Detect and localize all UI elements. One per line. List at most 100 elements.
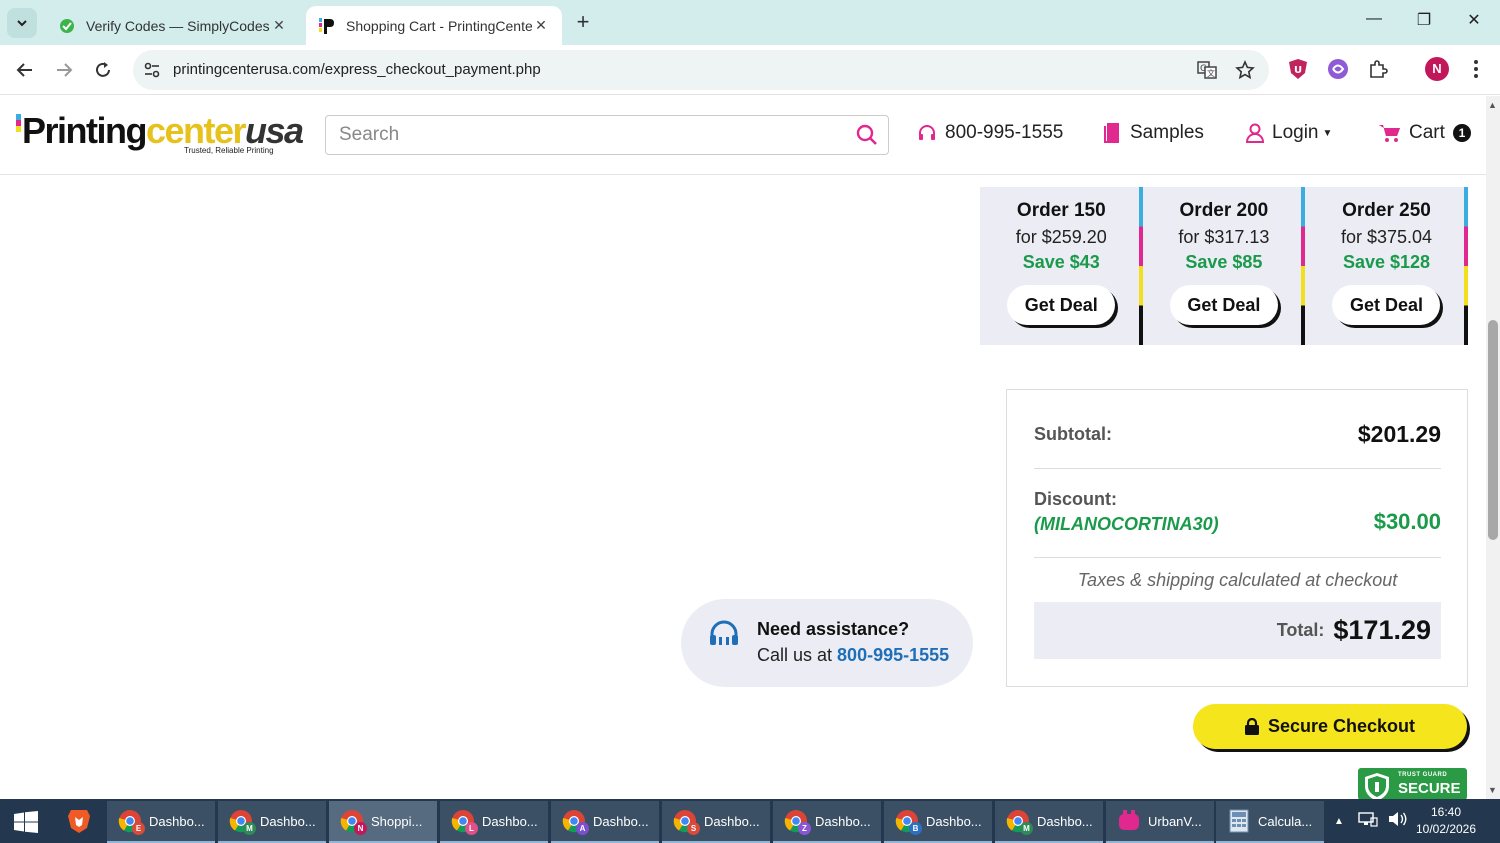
taskbar-button-label: Dashbo...: [815, 813, 871, 829]
address-bar[interactable]: printingcenterusa.com/express_checkout_p…: [133, 50, 1269, 90]
close-window-button[interactable]: ✕: [1459, 10, 1489, 36]
search-box: [325, 115, 889, 155]
restore-button[interactable]: ❐: [1409, 10, 1439, 36]
close-tab-icon[interactable]: ✕: [532, 17, 550, 34]
get-deal-button[interactable]: Get Deal: [1007, 285, 1116, 325]
bookmark-star-icon[interactable]: [1235, 60, 1255, 85]
volume-icon[interactable]: [1388, 811, 1408, 832]
profile-badge: L: [465, 822, 478, 835]
taskbar-window-button[interactable]: Z Dashbo...: [773, 801, 881, 843]
chrome-icon: L: [450, 808, 478, 835]
tab-title: Shopping Cart - PrintingCenterU: [346, 17, 532, 34]
cart-icon: [1379, 123, 1401, 143]
profile-badge: A: [576, 822, 589, 835]
new-tab-button[interactable]: +: [570, 10, 596, 36]
scrollbar-thumb[interactable]: [1488, 320, 1498, 540]
deal-color-divider: [1463, 187, 1468, 345]
taskbar-clock[interactable]: 16:40 10/02/2026: [1410, 804, 1482, 838]
windows-taskbar: E Dashbo... M Dashbo... N Shoppi... L Dashbo...…: [0, 799, 1500, 843]
get-deal-button[interactable]: Get Deal: [1169, 285, 1278, 325]
get-deal-button[interactable]: Get Deal: [1332, 285, 1441, 325]
taskbar-window-button[interactable]: E Dashbo...: [107, 801, 215, 843]
headset-icon: [707, 617, 741, 656]
brave-browser-icon[interactable]: [67, 808, 91, 839]
back-button[interactable]: [12, 57, 38, 83]
assistance-text: Call us at 800-995-1555: [757, 645, 949, 666]
translate-icon[interactable]: G文: [1197, 60, 1217, 85]
header-cart-link[interactable]: Cart 1: [1379, 122, 1471, 144]
site-logo[interactable]: Printingcenterusa Trusted, Reliable Prin…: [16, 110, 304, 156]
deal-price: for $317.13: [1178, 227, 1270, 247]
scroll-down-arrow-icon[interactable]: ▼: [1488, 785, 1497, 795]
taxes-shipping-note: Taxes & shipping calculated at checkout: [1077, 570, 1398, 590]
taskbar-button-label: Dashbo...: [260, 813, 316, 829]
taskbar-window-button[interactable]: M Dashbo...: [218, 801, 326, 843]
summary-divider: [1034, 468, 1441, 469]
profile-badge: N: [354, 822, 367, 835]
tray-overflow-icon[interactable]: ▲: [1334, 816, 1344, 827]
trust-guard-secure-text: SECURE: [1398, 780, 1461, 797]
tab-search-button[interactable]: [7, 8, 37, 38]
profile-badge: B: [909, 822, 922, 835]
taskbar-window-button[interactable]: L Dashbo...: [440, 801, 548, 843]
subtotal-value: $201.29: [1357, 421, 1441, 447]
minimize-button[interactable]: —: [1359, 10, 1389, 36]
secure-checkout-button[interactable]: Secure Checkout: [1193, 704, 1467, 749]
windows-start-icon[interactable]: [14, 811, 38, 838]
chrome-icon: E: [117, 808, 145, 835]
taskbar-window-button[interactable]: Calcula...: [1216, 801, 1324, 843]
taskbar-button-label: Dashbo...: [149, 813, 205, 829]
close-tab-icon[interactable]: ✕: [270, 17, 288, 34]
calculator-icon: [1226, 808, 1252, 834]
search-input[interactable]: [326, 116, 826, 154]
arrow-left-icon: [16, 63, 32, 77]
search-icon[interactable]: [856, 124, 878, 151]
samples-icon: [1104, 122, 1122, 144]
scroll-up-arrow-icon[interactable]: ▲: [1488, 100, 1497, 110]
taskbar-window-button[interactable]: S Dashbo...: [662, 801, 770, 843]
extension-purple-icon[interactable]: [1326, 57, 1350, 81]
taskbar-window-button[interactable]: M Dashbo...: [995, 801, 1103, 843]
header-login-dropdown[interactable]: Login ▼: [1246, 122, 1332, 144]
order-summary: Subtotal: $201.29 Discount: (MILANOCORTI…: [1006, 389, 1468, 687]
header-cart-text: Cart: [1409, 122, 1445, 143]
deal-card: Order 250 for $375.04 Save $128 Get Deal: [1305, 187, 1468, 345]
discount-value: $30.00: [1373, 509, 1441, 534]
taskbar-button-label: Calcula...: [1258, 813, 1313, 829]
subtotal-label: Subtotal:: [1034, 424, 1112, 444]
reload-icon: [96, 62, 110, 77]
header-samples-link[interactable]: Samples: [1104, 122, 1204, 144]
user-icon: [1246, 123, 1264, 143]
chevron-down-icon: [17, 20, 27, 27]
page-scrollbar[interactable]: ▲ ▼: [1486, 96, 1500, 799]
logo-text-printing: Printing: [22, 110, 147, 151]
clock-date: 10/02/2026: [1415, 822, 1477, 836]
taskbar-window-button[interactable]: A Dashbo...: [551, 801, 659, 843]
forward-button[interactable]: [51, 57, 77, 83]
url-text: printingcenterusa.com/express_checkout_p…: [173, 61, 541, 78]
taskbar-button-label: Dashbo...: [926, 813, 982, 829]
extensions-puzzle-icon[interactable]: [1366, 57, 1390, 81]
taskbar-button-label: Dashbo...: [1037, 813, 1093, 829]
taskbar-window-button[interactable]: UrbanV...: [1106, 801, 1214, 843]
site-info-icon[interactable]: [143, 61, 161, 84]
network-icon[interactable]: [1358, 811, 1378, 832]
tab-shopping-cart[interactable]: Shopping Cart - PrintingCenterU ✕: [306, 6, 562, 45]
browser-menu-icon[interactable]: [1464, 57, 1488, 81]
taskbar-button-label: Dashbo...: [704, 813, 760, 829]
total-value: $171.29: [1333, 615, 1431, 645]
deal-order: Order 150: [1016, 200, 1106, 221]
profile-badge: Z: [798, 822, 811, 835]
taskbar-window-button[interactable]: B Dashbo...: [884, 801, 992, 843]
chrome-icon: N: [339, 808, 367, 835]
reload-button[interactable]: [90, 57, 116, 83]
taskbar-window-button[interactable]: N Shoppi...: [329, 801, 437, 843]
header-phone-link[interactable]: 800-995-1555: [917, 122, 1063, 144]
profile-badge: E: [132, 822, 145, 835]
tab-verify-codes[interactable]: Verify Codes — SimplyCodes ✕: [46, 6, 300, 45]
ublock-extension-icon[interactable]: U: [1286, 57, 1310, 81]
caret-down-icon: ▼: [1322, 127, 1333, 139]
profile-avatar[interactable]: N: [1425, 57, 1449, 81]
assistance-phone-link[interactable]: 800-995-1555: [837, 645, 949, 665]
trust-guard-seal[interactable]: TRUST GUARD SECURE: [1358, 768, 1467, 800]
